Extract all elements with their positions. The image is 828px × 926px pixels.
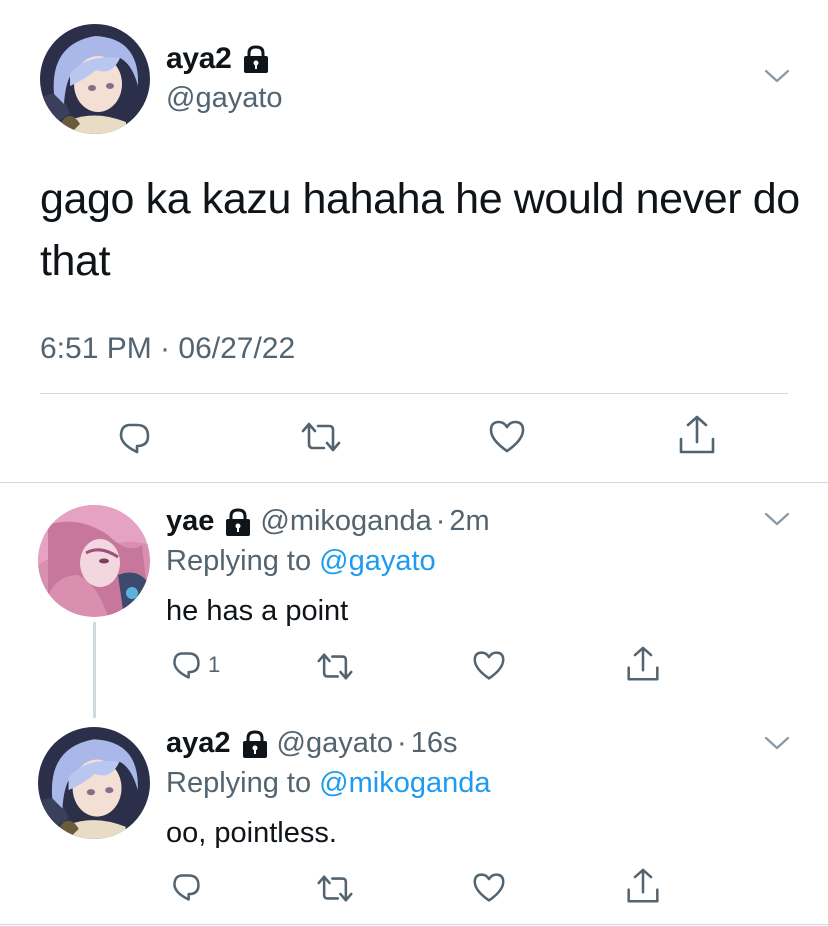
reply-icon [170,871,202,903]
mention-link[interactable]: @mikoganda [319,767,490,799]
like-icon [488,419,526,455]
timestamp[interactable]: 16s [411,727,458,760]
handle[interactable]: @gayato [166,82,283,115]
separator: · [435,505,446,537]
reply-header: aya2 @gayato · 16s [166,727,457,760]
share-button[interactable] [626,645,660,683]
chevron-down-icon[interactable] [764,511,790,532]
display-name-text: aya2 [166,42,232,75]
reply-count: 1 [208,652,221,677]
share-icon [626,645,660,683]
share-button[interactable] [626,867,660,905]
like-icon [472,872,506,904]
display-name[interactable]: yae [166,505,214,538]
handle[interactable]: @gayato [277,727,394,760]
chevron-down-icon[interactable] [764,68,790,89]
chevron-down-icon[interactable] [764,735,790,756]
reply-tweet[interactable]: yae @mikoganda · 2m Replying to @gayato … [0,483,828,703]
timestamp[interactable]: 2m [449,505,489,538]
tweet-text: gago ka kazu hahaha he would never do th… [40,175,800,285]
reply-button[interactable] [170,871,202,903]
avatar[interactable] [40,24,150,134]
retweet-button[interactable] [316,651,354,682]
replying-to: Replying to @gayato [166,545,436,578]
retweet-icon [300,420,342,454]
reply-tweet[interactable]: aya2 @gayato · 16s Replying to @mikogand… [0,705,828,923]
tweet-text: he has a point [166,595,349,627]
reply-icon [116,420,152,456]
share-icon [626,867,660,905]
display-name[interactable]: aya2 [166,42,270,76]
like-icon [472,650,506,682]
avatar[interactable] [38,727,150,839]
replying-to: Replying to @mikoganda [166,767,490,800]
replying-to-label: Replying to [166,767,320,799]
separator: · [397,727,407,759]
lock-icon [224,507,252,537]
retweet-icon [316,873,354,904]
like-button[interactable] [488,419,526,455]
like-button[interactable] [472,650,506,682]
retweet-button[interactable] [300,420,342,454]
like-button[interactable] [472,872,506,904]
retweet-button[interactable] [316,873,354,904]
share-icon [678,414,716,456]
reply-header: yae @mikoganda · 2m [166,505,490,538]
reply-button[interactable]: 1 [170,649,220,681]
tweet-text: oo, pointless. [166,817,337,849]
thread-line [93,622,96,718]
reply-button[interactable] [116,420,152,456]
share-button[interactable] [678,414,716,456]
divider [40,393,788,394]
reply-icon [170,649,202,681]
timestamp[interactable]: 6:51 PM · 06/27/22 [40,332,295,366]
lock-icon [241,729,269,759]
handle[interactable]: @mikoganda [260,505,431,538]
retweet-icon [316,651,354,682]
replying-to-label: Replying to [166,545,320,577]
mention-link[interactable]: @gayato [319,545,436,577]
lock-icon [242,44,270,74]
avatar[interactable] [38,505,150,617]
main-tweet: aya2 @gayato gago ka kazu hahaha he woul… [0,0,828,482]
divider [0,924,828,925]
display-name[interactable]: aya2 [166,727,231,760]
